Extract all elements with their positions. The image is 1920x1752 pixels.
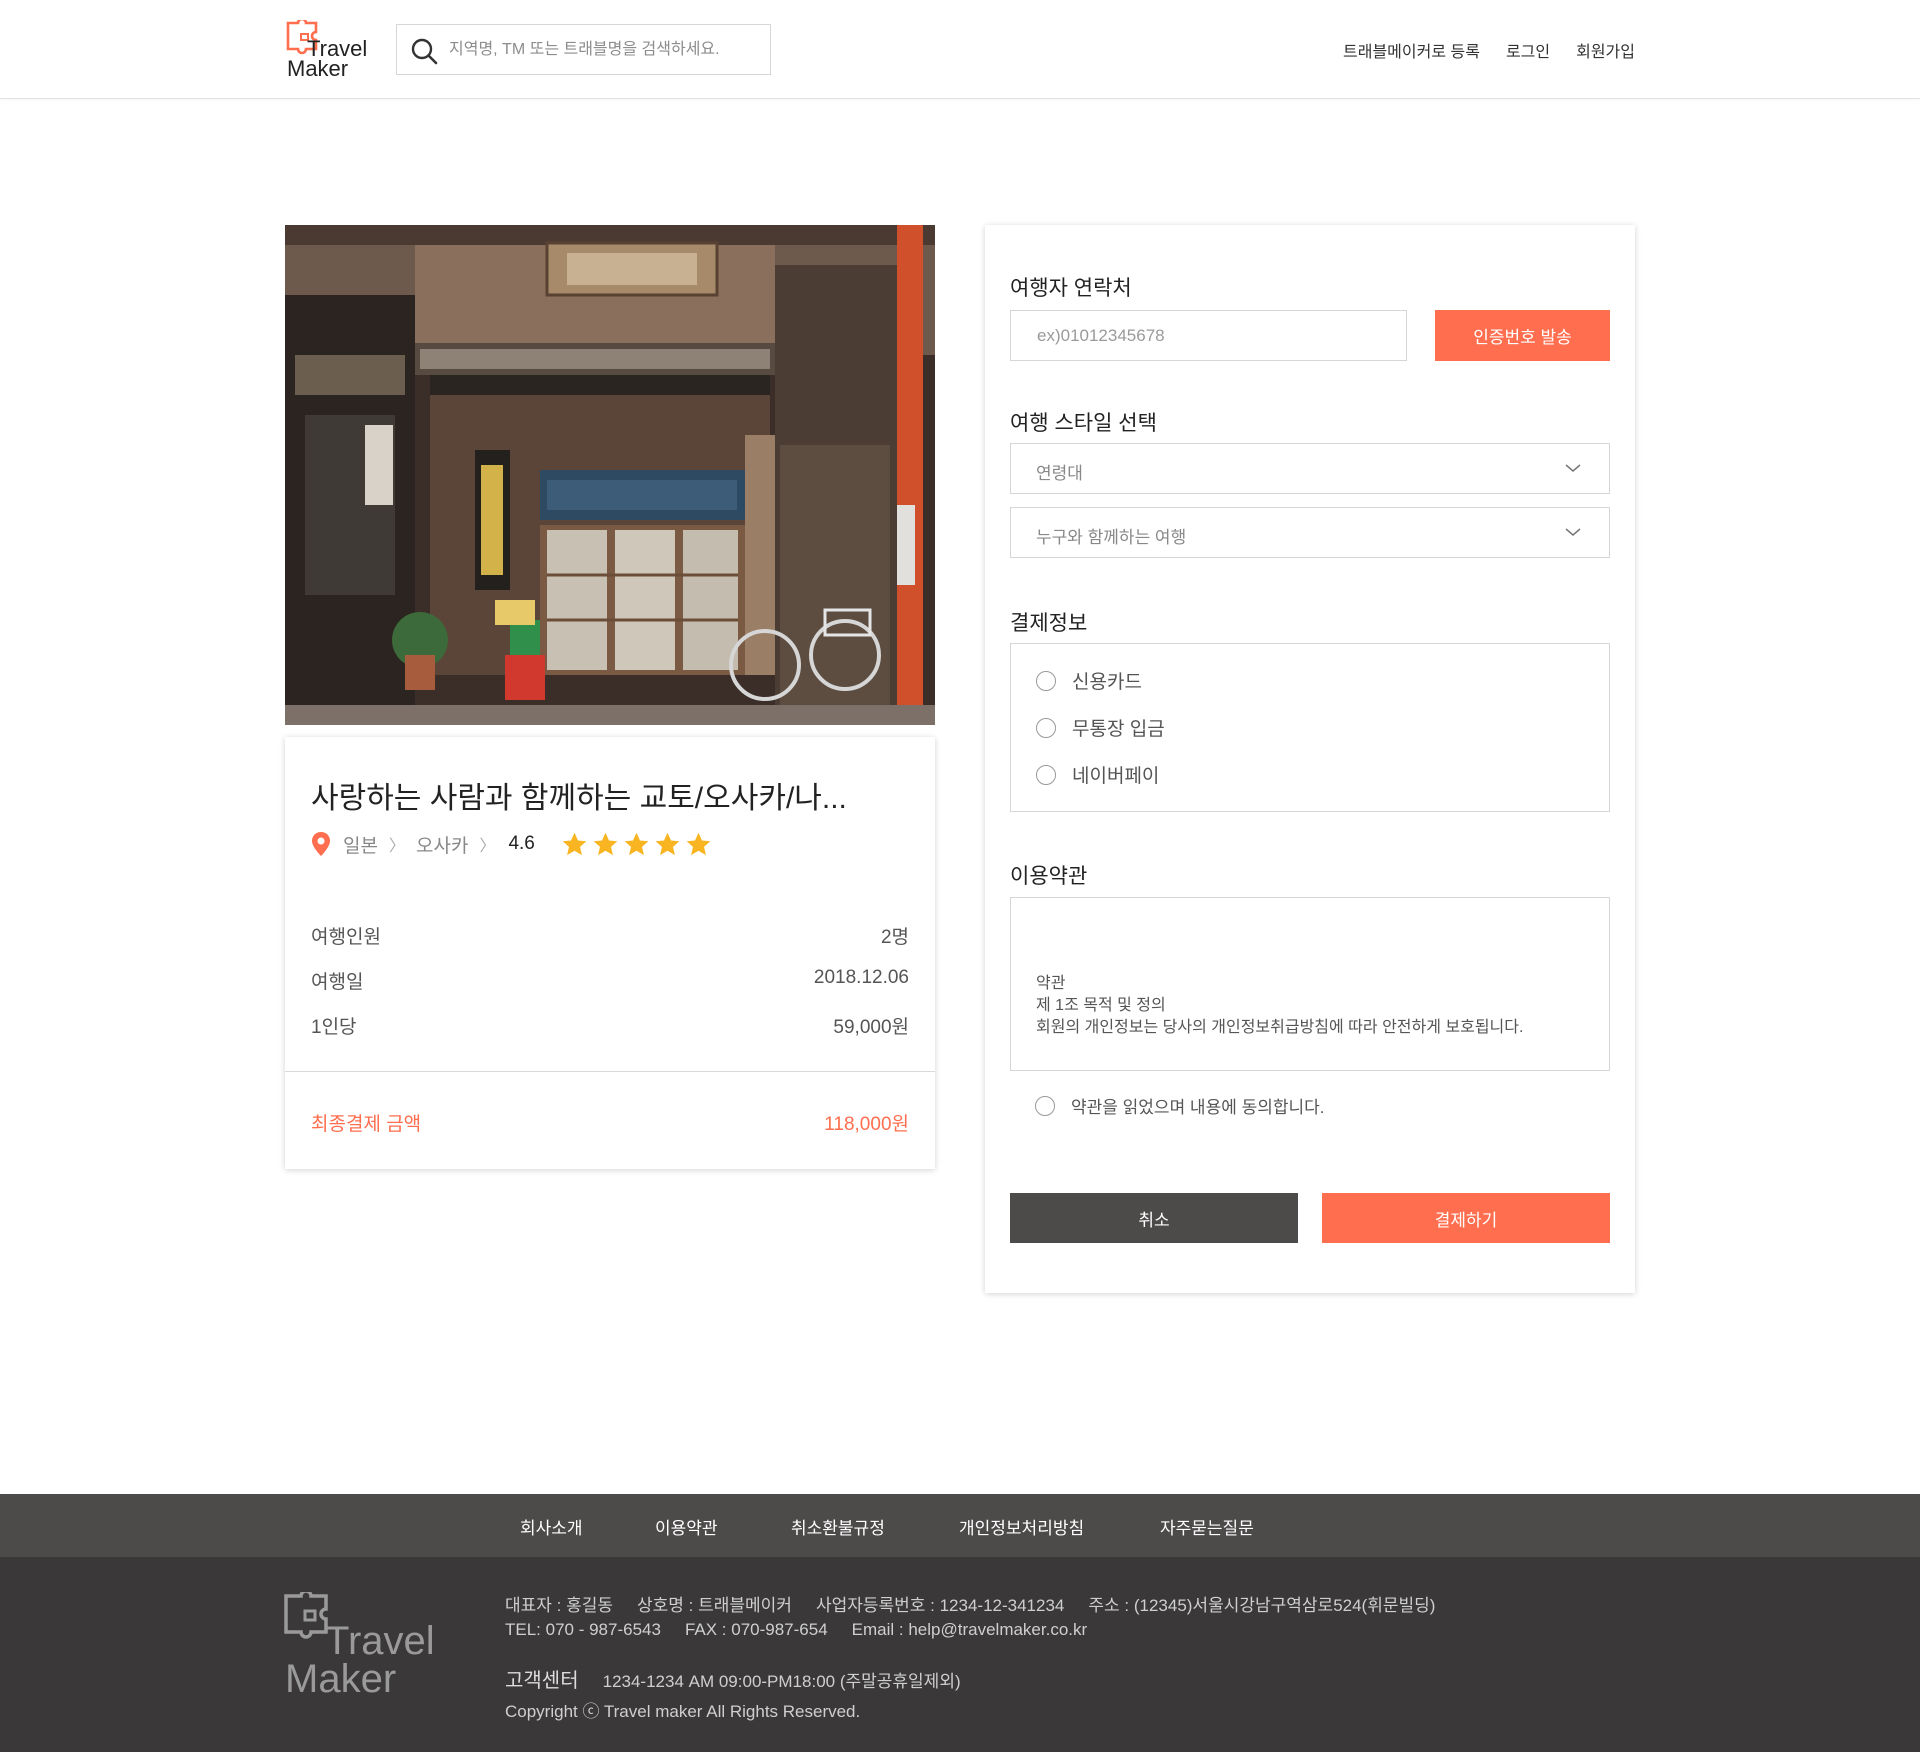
location-city[interactable]: 오사카 bbox=[416, 831, 468, 858]
payment-option-label: 무통장 입금 bbox=[1072, 719, 1165, 740]
footer-contact-info: TEL: 070 - 987-6543 FAX : 070-987-654 Emai… bbox=[505, 1620, 1111, 1640]
payment-section-title: 결제정보 bbox=[1010, 612, 1088, 635]
header-nav: 트래블메이커로 등록 로그인 회원가입 bbox=[1343, 38, 1635, 62]
footer-link-company[interactable]: 회사소개 bbox=[520, 1514, 583, 1539]
location-pin-icon bbox=[312, 832, 330, 856]
select-value: 누구와 함께하는 여행 bbox=[1036, 528, 1187, 547]
footer-customer-center: 고객센터 1234-1234 AM 09:00-PM18:00 (주말공휴일제외) bbox=[505, 1664, 985, 1693]
footer-tel: TEL: 070 - 987-6543 bbox=[505, 1620, 661, 1639]
radio-icon[interactable] bbox=[1035, 1095, 1055, 1116]
terms-section-title: 이용약관 bbox=[1010, 865, 1088, 888]
contact-section-title: 여행자 연락처 bbox=[1010, 277, 1132, 300]
svg-text:Maker: Maker bbox=[287, 56, 348, 78]
info-label: 여행일 bbox=[311, 972, 364, 993]
footer-logo: Travel Maker bbox=[283, 1589, 448, 1701]
footer-cs-info: 1234-1234 AM 09:00-PM18:00 (주말공휴일제외) bbox=[602, 1672, 961, 1691]
footer-fax: FAX : 070-987-654 bbox=[684, 1620, 828, 1639]
search-box bbox=[396, 24, 771, 75]
payment-option-bank[interactable]: 무통장 입금 bbox=[1036, 714, 1165, 741]
chevron-right-icon: 〉 bbox=[388, 838, 405, 855]
pay-button[interactable]: 결제하기 bbox=[1322, 1193, 1610, 1243]
radio-icon[interactable] bbox=[1036, 670, 1056, 691]
rating-value: 4.6 bbox=[508, 833, 535, 854]
booking-form: 여행자 연락처 인증번호 발송 여행 스타일 선택 연령대 누구와 함께하는 여… bbox=[985, 225, 1635, 1293]
site-footer: Travel Maker 대표자 : 홍길동 상호명 : 트래블메이커 사업자등록번… bbox=[0, 1557, 1920, 1752]
info-value: 2명 bbox=[880, 927, 909, 948]
info-row-per-person: 1인당 59,000원 bbox=[311, 1012, 909, 1039]
puzzle-logo-icon: Travel Maker bbox=[286, 17, 367, 81]
star-icon bbox=[624, 832, 649, 855]
footer-cs-title: 고객센터 bbox=[505, 1670, 579, 1692]
phone-input[interactable] bbox=[1010, 310, 1407, 361]
star-icon bbox=[686, 832, 711, 855]
nav-register-link[interactable]: 트래블메이커로 등록 bbox=[1343, 38, 1480, 62]
companion-select[interactable]: 누구와 함께하는 여행 bbox=[1010, 507, 1610, 558]
total-amount-row: 최종결제 금액 118,000원 bbox=[311, 1109, 909, 1136]
search-input[interactable] bbox=[449, 25, 759, 74]
search-icon[interactable] bbox=[410, 37, 438, 65]
footer-ceo: 대표자 : 홍길동 bbox=[505, 1596, 614, 1615]
chevron-down-icon bbox=[1565, 464, 1581, 472]
style-section-title: 여행 스타일 선택 bbox=[1010, 412, 1157, 435]
info-row-travelers: 여행인원 2명 bbox=[311, 922, 909, 949]
chevron-down-icon bbox=[1565, 528, 1581, 536]
info-value: 2018.12.06 bbox=[813, 967, 909, 988]
star-icon bbox=[562, 832, 587, 855]
total-value: 118,000원 bbox=[824, 1114, 909, 1135]
nav-signup-link[interactable]: 회원가입 bbox=[1576, 38, 1635, 62]
info-label: 여행인원 bbox=[311, 927, 381, 948]
product-title[interactable]: 사랑하는 사람과 함께하는 교토/오사카/나... bbox=[311, 773, 911, 817]
send-verification-button[interactable]: 인증번호 발송 bbox=[1435, 310, 1610, 361]
location-country[interactable]: 일본 bbox=[343, 831, 378, 858]
footer-email: Email : help@travelmaker.co.kr bbox=[851, 1620, 1088, 1639]
site-logo[interactable]: Travel Maker bbox=[285, 17, 375, 81]
chevron-right-icon: 〉 bbox=[479, 838, 496, 855]
terms-line: 약관 bbox=[1036, 975, 1066, 992]
rating-stars bbox=[561, 831, 712, 858]
svg-text:Maker: Maker bbox=[285, 1657, 396, 1697]
product-summary-card: 사랑하는 사람과 함께하는 교토/오사카/나... 일본 〉 오사카 〉 4.6… bbox=[285, 737, 935, 1169]
payment-option-naverpay[interactable]: 네이버페이 bbox=[1036, 761, 1159, 788]
footer-link-privacy[interactable]: 개인정보처리방침 bbox=[959, 1514, 1084, 1539]
terms-line: 제 1조 목적 및 정의 bbox=[1036, 997, 1166, 1014]
info-label: 1인당 bbox=[311, 1017, 357, 1038]
footer-copyright: Copyright ⓒ Travel maker All Rights Rese… bbox=[505, 1702, 861, 1721]
select-value: 연령대 bbox=[1036, 464, 1083, 483]
agree-label: 약관을 읽었으며 내용에 동의합니다. bbox=[1071, 1098, 1325, 1117]
info-value: 59,000원 bbox=[833, 1017, 909, 1038]
star-icon bbox=[593, 832, 618, 855]
nav-login-link[interactable]: 로그인 bbox=[1506, 38, 1550, 62]
footer-company-name: 상호명 : 트래블메이커 bbox=[637, 1596, 792, 1615]
footer-link-terms[interactable]: 이용약관 bbox=[655, 1514, 718, 1539]
info-row-date: 여행일 2018.12.06 bbox=[311, 967, 909, 994]
footer-business-number: 사업자등록번호 : 1234-12-341234 bbox=[815, 1596, 1065, 1615]
footer-nav: 회사소개 이용약관 취소환불규정 개인정보처리방침 자주묻는질문 bbox=[0, 1494, 1920, 1557]
payment-options-box: 신용카드 무통장 입금 네이버페이 bbox=[1010, 643, 1610, 812]
star-icon bbox=[655, 832, 680, 855]
payment-option-card[interactable]: 신용카드 bbox=[1036, 667, 1142, 694]
terms-line: 회원의 개인정보는 당사의 개인정보취급방침에 따라 안전하게 보호됩니다. bbox=[1036, 1019, 1524, 1036]
footer-company-info: 대표자 : 홍길동 상호명 : 트래블메이커 사업자등록번호 : 1234-12-3… bbox=[505, 1591, 1459, 1616]
footer-address: 주소 : (12345)서울시강남구역삼로524(휘문빌딩) bbox=[1088, 1596, 1436, 1615]
cancel-button[interactable]: 취소 bbox=[1010, 1193, 1298, 1243]
terms-textbox[interactable]: 약관 제 1조 목적 및 정의 회원의 개인정보는 당사의 개인정보취급방침에 … bbox=[1010, 897, 1610, 1071]
age-group-select[interactable]: 연령대 bbox=[1010, 443, 1610, 494]
footer-link-refund[interactable]: 취소환불규정 bbox=[791, 1514, 885, 1539]
payment-option-label: 네이버페이 bbox=[1072, 766, 1160, 787]
total-label: 최종결제 금액 bbox=[311, 1114, 422, 1135]
terms-agree-checkbox[interactable]: 약관을 읽었으며 내용에 동의합니다. bbox=[1035, 1093, 1325, 1118]
card-divider bbox=[285, 1071, 935, 1072]
product-image bbox=[285, 225, 935, 725]
site-header: Travel Maker 트래블메이커로 등록 로그인 회원가입 bbox=[0, 0, 1920, 99]
footer-link-faq[interactable]: 자주묻는질문 bbox=[1160, 1514, 1254, 1539]
product-location: 일본 〉 오사카 〉 4.6 bbox=[311, 829, 712, 859]
radio-icon[interactable] bbox=[1036, 764, 1056, 785]
payment-option-label: 신용카드 bbox=[1072, 672, 1142, 693]
radio-icon[interactable] bbox=[1036, 717, 1056, 738]
puzzle-logo-icon: Travel Maker bbox=[284, 1589, 435, 1701]
